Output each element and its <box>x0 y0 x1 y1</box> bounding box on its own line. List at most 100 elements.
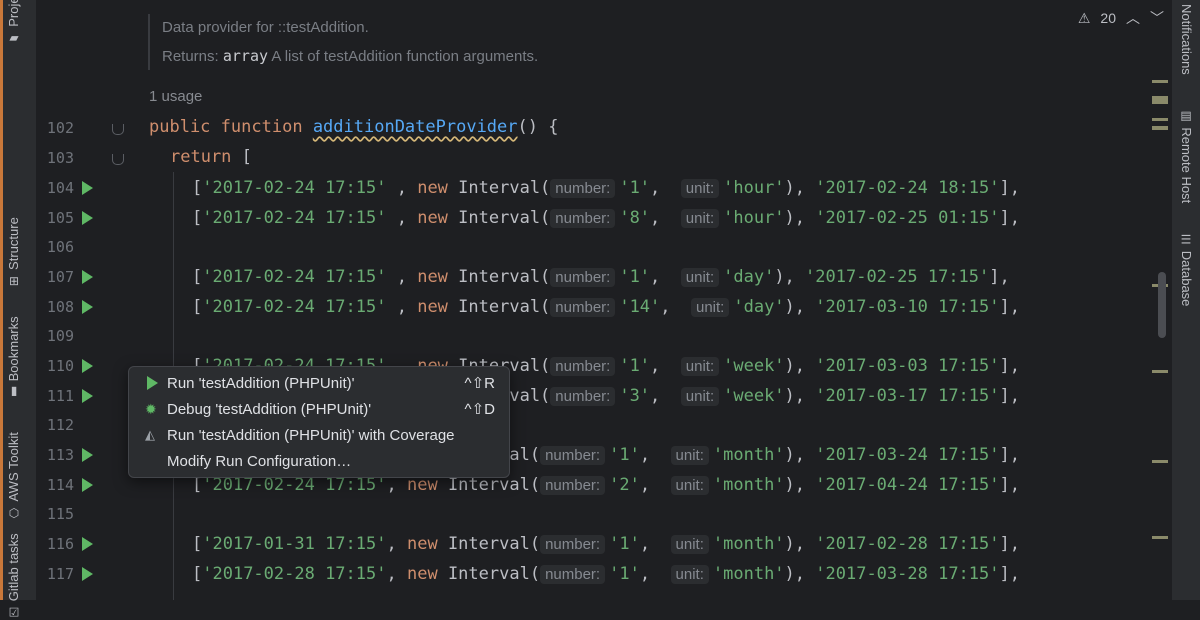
tab-notifications[interactable]: Notifications <box>1179 4 1194 75</box>
punctuation: , <box>386 534 407 554</box>
tab-gitlab-tasks[interactable]: ☑ Gitlab tasks <box>6 533 21 620</box>
run-gutter-icon[interactable] <box>82 181 93 195</box>
keyword: new <box>417 208 448 228</box>
menu-item-debug[interactable]: ✹ Debug 'testAddition (PHPUnit)' ^⇧D <box>129 396 509 422</box>
punctuation: , <box>639 475 671 495</box>
punctuation: , <box>386 208 418 228</box>
tab-database[interactable]: ☰ Database <box>1179 232 1194 306</box>
line-number: 110 <box>46 357 74 375</box>
punctuation: () { <box>517 117 559 137</box>
right-tool-strip: Notifications ▤ Remote Host ☰ Database <box>1171 0 1200 600</box>
tab-bookmarks[interactable]: ▮ Bookmarks <box>6 316 21 397</box>
class-name: Interval( <box>458 208 551 228</box>
tab-structure[interactable]: ⊞ Structure <box>6 217 21 288</box>
string-literal: '2017-02-24 17:15' <box>202 178 387 198</box>
string-literal: '2017-03-10 17:15' <box>815 297 1000 317</box>
class-name: Interval( <box>447 534 541 554</box>
tab-gitlab-tasks-label: Gitlab tasks <box>6 533 21 602</box>
bookmark-icon: ▮ <box>10 383 17 398</box>
string-literal: 'month' <box>712 534 785 554</box>
fold-icon[interactable] <box>112 154 124 165</box>
keyword: new <box>417 267 448 287</box>
run-gutter-icon[interactable] <box>82 300 93 314</box>
tab-aws-toolkit[interactable]: ⬡ AWS Toolkit <box>6 432 21 520</box>
string-literal: 'month' <box>712 445 785 465</box>
error-stripe-mark[interactable] <box>1152 96 1168 104</box>
code-editor[interactable]: Data provider for ::testAddition. Return… <box>36 0 1172 600</box>
line-number: 111 <box>46 387 74 405</box>
string-literal: 'month' <box>712 475 785 495</box>
punctuation: , <box>386 297 418 317</box>
aws-icon: ⬡ <box>8 505 19 520</box>
punctuation: , <box>386 475 407 495</box>
line-number: 113 <box>46 446 74 464</box>
string-literal: '3' <box>619 386 651 406</box>
keyword: new <box>406 564 438 584</box>
string-literal: '2017-02-24 18:15' <box>815 178 1000 198</box>
line-number: 117 <box>46 565 74 583</box>
vertical-scrollbar[interactable] <box>1158 272 1166 338</box>
menu-shortcut: ^⇧D <box>464 401 495 418</box>
tab-remote-host-label: Remote Host <box>1179 127 1194 204</box>
tab-project-label: Project <box>6 0 21 27</box>
param-hint-unit: unit: <box>670 535 709 554</box>
server-icon: ▤ <box>1180 108 1193 123</box>
string-literal: '1' <box>609 534 640 554</box>
run-gutter-icon[interactable] <box>82 270 93 284</box>
line-number: 114 <box>46 476 74 494</box>
keyword: new <box>406 475 438 495</box>
punctuation: [ <box>231 147 252 167</box>
class-name: Interval( <box>458 297 551 317</box>
code-line-return: return [ <box>170 147 252 167</box>
tab-project[interactable]: ▰ Project <box>6 0 21 45</box>
param-hint-number: number: <box>550 298 616 317</box>
tasks-icon: ☑ <box>8 605 19 620</box>
string-literal: 'day' <box>733 297 785 317</box>
run-gutter-icon[interactable] <box>82 211 93 225</box>
string-literal: '1' <box>619 356 651 376</box>
error-stripe-mark[interactable] <box>1152 370 1168 373</box>
param-hint-number: number: <box>540 535 606 554</box>
fold-icon[interactable] <box>112 124 124 135</box>
doc-returns: Returns: array A list of testAddition fu… <box>162 42 538 70</box>
param-hint-number: number: <box>550 268 616 287</box>
error-stripe-mark[interactable] <box>1152 536 1168 539</box>
chevron-down-icon[interactable]: ﹀ <box>1150 8 1164 28</box>
error-stripe-mark[interactable] <box>1152 118 1168 121</box>
keyword: new <box>406 534 438 554</box>
class-name: Interval( <box>458 178 551 198</box>
run-gutter-icon[interactable] <box>82 389 93 403</box>
keyword: new <box>417 297 448 317</box>
run-gutter-icon[interactable] <box>82 448 93 462</box>
function-name[interactable]: additionDateProvider <box>313 117 518 137</box>
string-literal: '2017-02-24 17:15' <box>202 297 387 317</box>
line-number: 109 <box>46 327 74 345</box>
string-literal: 'week' <box>723 356 785 376</box>
inspection-widget[interactable]: ⚠ 20 ︿ ﹀ <box>1078 8 1164 28</box>
error-stripe-mark[interactable] <box>1152 80 1168 83</box>
string-literal: '1' <box>619 267 651 287</box>
punctuation: , <box>639 534 671 554</box>
param-hint-number: number: <box>550 209 616 228</box>
menu-item-run-coverage[interactable]: ◭ Run 'testAddition (PHPUnit)' with Cove… <box>129 422 509 448</box>
class-name: Interval( <box>458 267 551 287</box>
menu-item-run[interactable]: Run 'testAddition (PHPUnit)' ^⇧R <box>129 370 509 396</box>
string-literal: 'month' <box>712 564 785 584</box>
run-gutter-icon[interactable] <box>82 567 93 581</box>
run-gutter-icon[interactable] <box>82 478 93 492</box>
error-stripe-mark[interactable] <box>1152 126 1168 130</box>
string-literal: '1' <box>619 178 651 198</box>
code-line-data-row: ['2017-02-24 17:15' , new Interval(numbe… <box>192 297 1020 317</box>
usage-hint[interactable]: 1 usage <box>149 88 202 105</box>
tab-remote-host[interactable]: ▤ Remote Host <box>1179 108 1194 204</box>
string-literal: '2017-04-24 17:15' <box>815 475 1000 495</box>
error-stripe-mark[interactable] <box>1152 460 1168 463</box>
run-gutter-icon[interactable] <box>82 537 93 551</box>
folder-icon: ▰ <box>8 30 19 45</box>
menu-item-modify-config[interactable]: Modify Run Configuration… <box>129 448 509 474</box>
database-icon: ☰ <box>1181 232 1192 247</box>
class-name: Interval( <box>447 475 541 495</box>
param-hint-number: number: <box>540 446 606 465</box>
run-gutter-icon[interactable] <box>82 359 93 373</box>
chevron-up-icon[interactable]: ︿ <box>1126 8 1140 28</box>
